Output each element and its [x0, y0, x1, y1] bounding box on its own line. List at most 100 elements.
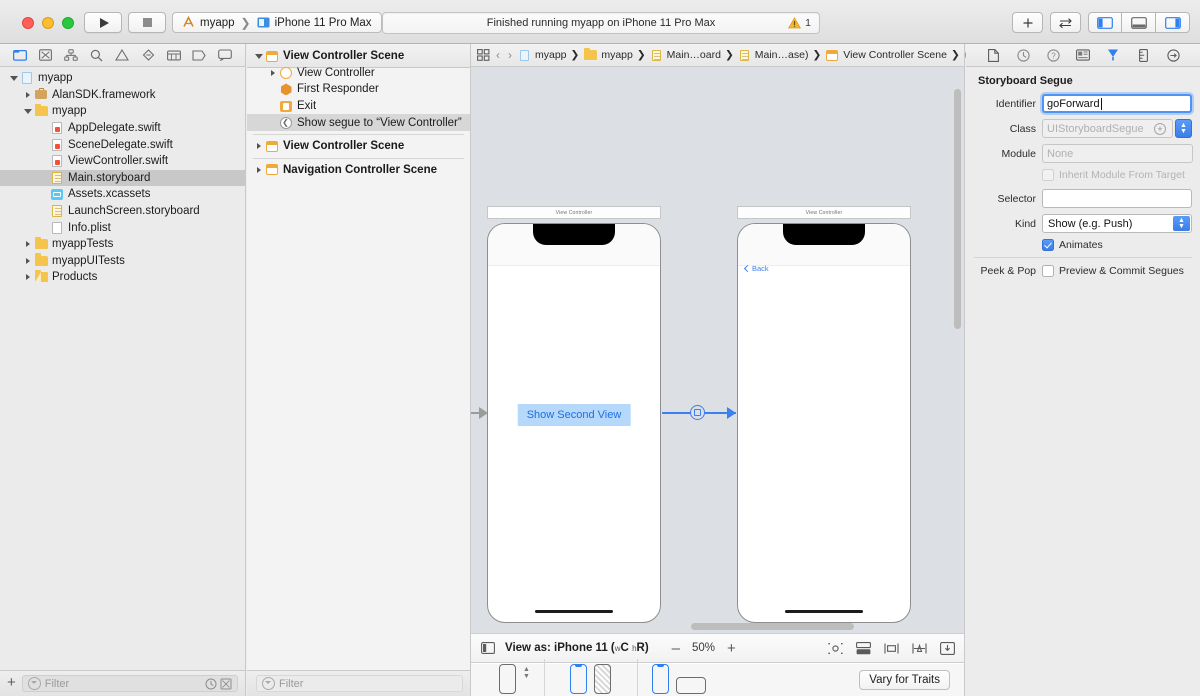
animates-checkbox[interactable] — [1042, 239, 1054, 251]
inherit-module-checkbox[interactable] — [1042, 169, 1054, 181]
tree-item-products[interactable]: Products — [0, 269, 245, 286]
breadcrumb-item-scene[interactable]: View Controller Scene — [825, 49, 947, 61]
disclosure-triangle-icon[interactable] — [22, 109, 33, 114]
debug-area-toggle-button[interactable] — [1122, 12, 1156, 33]
class-popup-button[interactable]: ▲ ▼ — [1175, 119, 1192, 138]
update-frames-icon[interactable] — [827, 641, 844, 656]
disclosure-triangle-icon[interactable] — [22, 258, 33, 264]
disclosure-triangle-icon[interactable] — [267, 70, 278, 76]
scene-title-bar[interactable]: View Controller — [487, 206, 661, 219]
interface-style-trait-group[interactable]: Interface Style — [545, 652, 637, 696]
scene-title-bar[interactable]: View Controller — [737, 206, 911, 219]
zoom-in-button[interactable]: + — [727, 641, 736, 656]
embed-in-icon[interactable] — [855, 641, 872, 656]
tree-item-myapptests[interactable]: myappTests — [0, 236, 245, 253]
outline-item-navigation-controller-scene[interactable]: Navigation Controller Scene — [247, 162, 470, 179]
connections-inspector-icon[interactable] — [1165, 48, 1182, 63]
outline-item-view-controller-scene-1[interactable]: View Controller Scene — [247, 48, 470, 65]
minimize-window-button[interactable] — [42, 17, 54, 29]
outline-item-view-controller-scene-2[interactable]: View Controller Scene — [247, 138, 470, 155]
disclosure-triangle-icon[interactable] — [253, 143, 264, 149]
source-control-navigator-icon[interactable] — [37, 48, 54, 63]
outline-item-show-segue[interactable]: ❮ Show segue to “View Controller” — [247, 114, 470, 131]
report-navigator-icon[interactable] — [217, 48, 234, 63]
outline-item-view-controller[interactable]: View Controller — [247, 65, 470, 82]
tree-item-alansdk-framework[interactable]: AlanSDK.framework — [0, 87, 245, 104]
tree-item-launchscreen-storyboard[interactable]: LaunchScreen.storyboard — [0, 203, 245, 220]
kind-select[interactable]: Show (e.g. Push) ▲ ▼ — [1042, 214, 1192, 233]
related-items-icon[interactable] — [477, 48, 490, 63]
breadcrumb-item-storyboard-base[interactable]: Main…ase) — [738, 49, 809, 61]
inspector-toggle-button[interactable] — [1156, 12, 1190, 33]
class-add-icon[interactable]: + — [1154, 123, 1166, 135]
outline-item-first-responder[interactable]: First Responder — [247, 81, 470, 98]
breadcrumb-item-folder[interactable]: myapp — [583, 49, 633, 61]
orientation-trait-group[interactable]: Orientation — [638, 652, 720, 696]
run-button[interactable] — [84, 12, 122, 33]
back-button-item[interactable]: Back — [745, 264, 769, 273]
tree-item-myappuitests[interactable]: myappUITests — [0, 253, 245, 270]
disclosure-triangle-icon[interactable] — [253, 54, 264, 59]
device-phone-icon[interactable] — [499, 664, 516, 694]
tree-item-myapp-project[interactable]: myapp — [0, 70, 245, 87]
animates-row[interactable]: Animates — [974, 239, 1192, 251]
class-input[interactable]: UIStoryboardSegue + — [1042, 119, 1173, 138]
tree-item-info-plist[interactable]: Info.plist — [0, 219, 245, 236]
recent-files-icon[interactable] — [205, 678, 217, 690]
add-file-button[interactable]: + — [7, 675, 16, 692]
quick-help-icon[interactable]: ? — [1045, 48, 1062, 63]
landscape-icon[interactable] — [676, 677, 706, 694]
symbol-navigator-icon[interactable] — [63, 48, 80, 63]
stop-button[interactable] — [128, 12, 166, 33]
show-second-view-button[interactable]: Show Second View — [518, 404, 631, 426]
disclosure-triangle-icon[interactable] — [22, 92, 33, 98]
disclosure-triangle-icon[interactable] — [22, 241, 33, 247]
module-input[interactable]: None — [1042, 144, 1193, 163]
project-navigator-icon[interactable] — [11, 48, 28, 63]
tree-item-assets-xcassets[interactable]: Assets.xcassets — [0, 186, 245, 203]
align-icon[interactable] — [883, 641, 900, 656]
device-trait-group[interactable]: ▲ ▼ Device — [485, 652, 544, 696]
resolve-issues-icon[interactable] — [939, 641, 956, 656]
disclosure-triangle-icon[interactable] — [8, 76, 19, 81]
project-tree[interactable]: myapp AlanSDK.framework myapp AppDelegat… — [0, 67, 245, 670]
vary-for-traits-button[interactable]: Vary for Traits — [859, 670, 950, 690]
disclosure-triangle-icon[interactable] — [22, 274, 33, 280]
identity-inspector-icon[interactable] — [1075, 48, 1092, 63]
file-inspector-icon[interactable] — [985, 48, 1002, 63]
size-inspector-icon[interactable] — [1135, 48, 1152, 63]
tree-item-viewcontroller-swift[interactable]: ViewController.swift — [0, 153, 245, 170]
add-constraints-icon[interactable] — [911, 641, 928, 656]
scene-view-controller-1[interactable]: View Controller Show Second View — [487, 206, 661, 623]
zoom-window-button[interactable] — [62, 17, 74, 29]
tree-item-appdelegate-swift[interactable]: AppDelegate.swift — [0, 120, 245, 137]
add-button[interactable] — [1012, 12, 1043, 33]
canvas-vertical-scrollbar[interactable] — [954, 89, 961, 329]
warning-indicator[interactable]: 1 — [788, 17, 811, 29]
source-control-filter-icon[interactable] — [220, 678, 232, 690]
selector-input[interactable] — [1042, 189, 1192, 208]
device-stepper[interactable]: ▲ ▼ — [523, 667, 530, 680]
breadcrumb-item-project[interactable]: myapp — [518, 49, 567, 61]
history-inspector-icon[interactable] — [1015, 48, 1032, 63]
forward-button[interactable]: › — [506, 48, 514, 62]
outline-item-exit[interactable]: Exit — [247, 98, 470, 115]
navigator-filter-input[interactable]: Filter — [22, 675, 238, 692]
back-button[interactable]: ‹ — [494, 48, 502, 62]
test-navigator-icon[interactable] — [140, 48, 157, 63]
light-mode-icon[interactable] — [570, 664, 587, 694]
debug-navigator-icon[interactable] — [165, 48, 182, 63]
disclosure-triangle-icon[interactable] — [253, 167, 264, 173]
close-window-button[interactable] — [22, 17, 34, 29]
toggle-editor-button[interactable] — [1050, 12, 1081, 33]
document-outline-tree[interactable]: View Controller Scene View Controller Fi… — [247, 44, 470, 670]
navigator-toggle-button[interactable] — [1088, 12, 1122, 33]
find-navigator-icon[interactable] — [88, 48, 105, 63]
tree-item-scenedelegate-swift[interactable]: SceneDelegate.swift — [0, 136, 245, 153]
issue-navigator-icon[interactable] — [114, 48, 131, 63]
attributes-inspector-icon[interactable] — [1105, 48, 1122, 63]
scheme-selector[interactable]: myapp ❯ iPhone 11 Pro Max — [172, 12, 382, 33]
storyboard-canvas[interactable]: View Controller Show Second View Vie — [471, 67, 964, 633]
portrait-icon[interactable] — [652, 664, 669, 694]
segue-badge-icon[interactable] — [690, 405, 705, 420]
